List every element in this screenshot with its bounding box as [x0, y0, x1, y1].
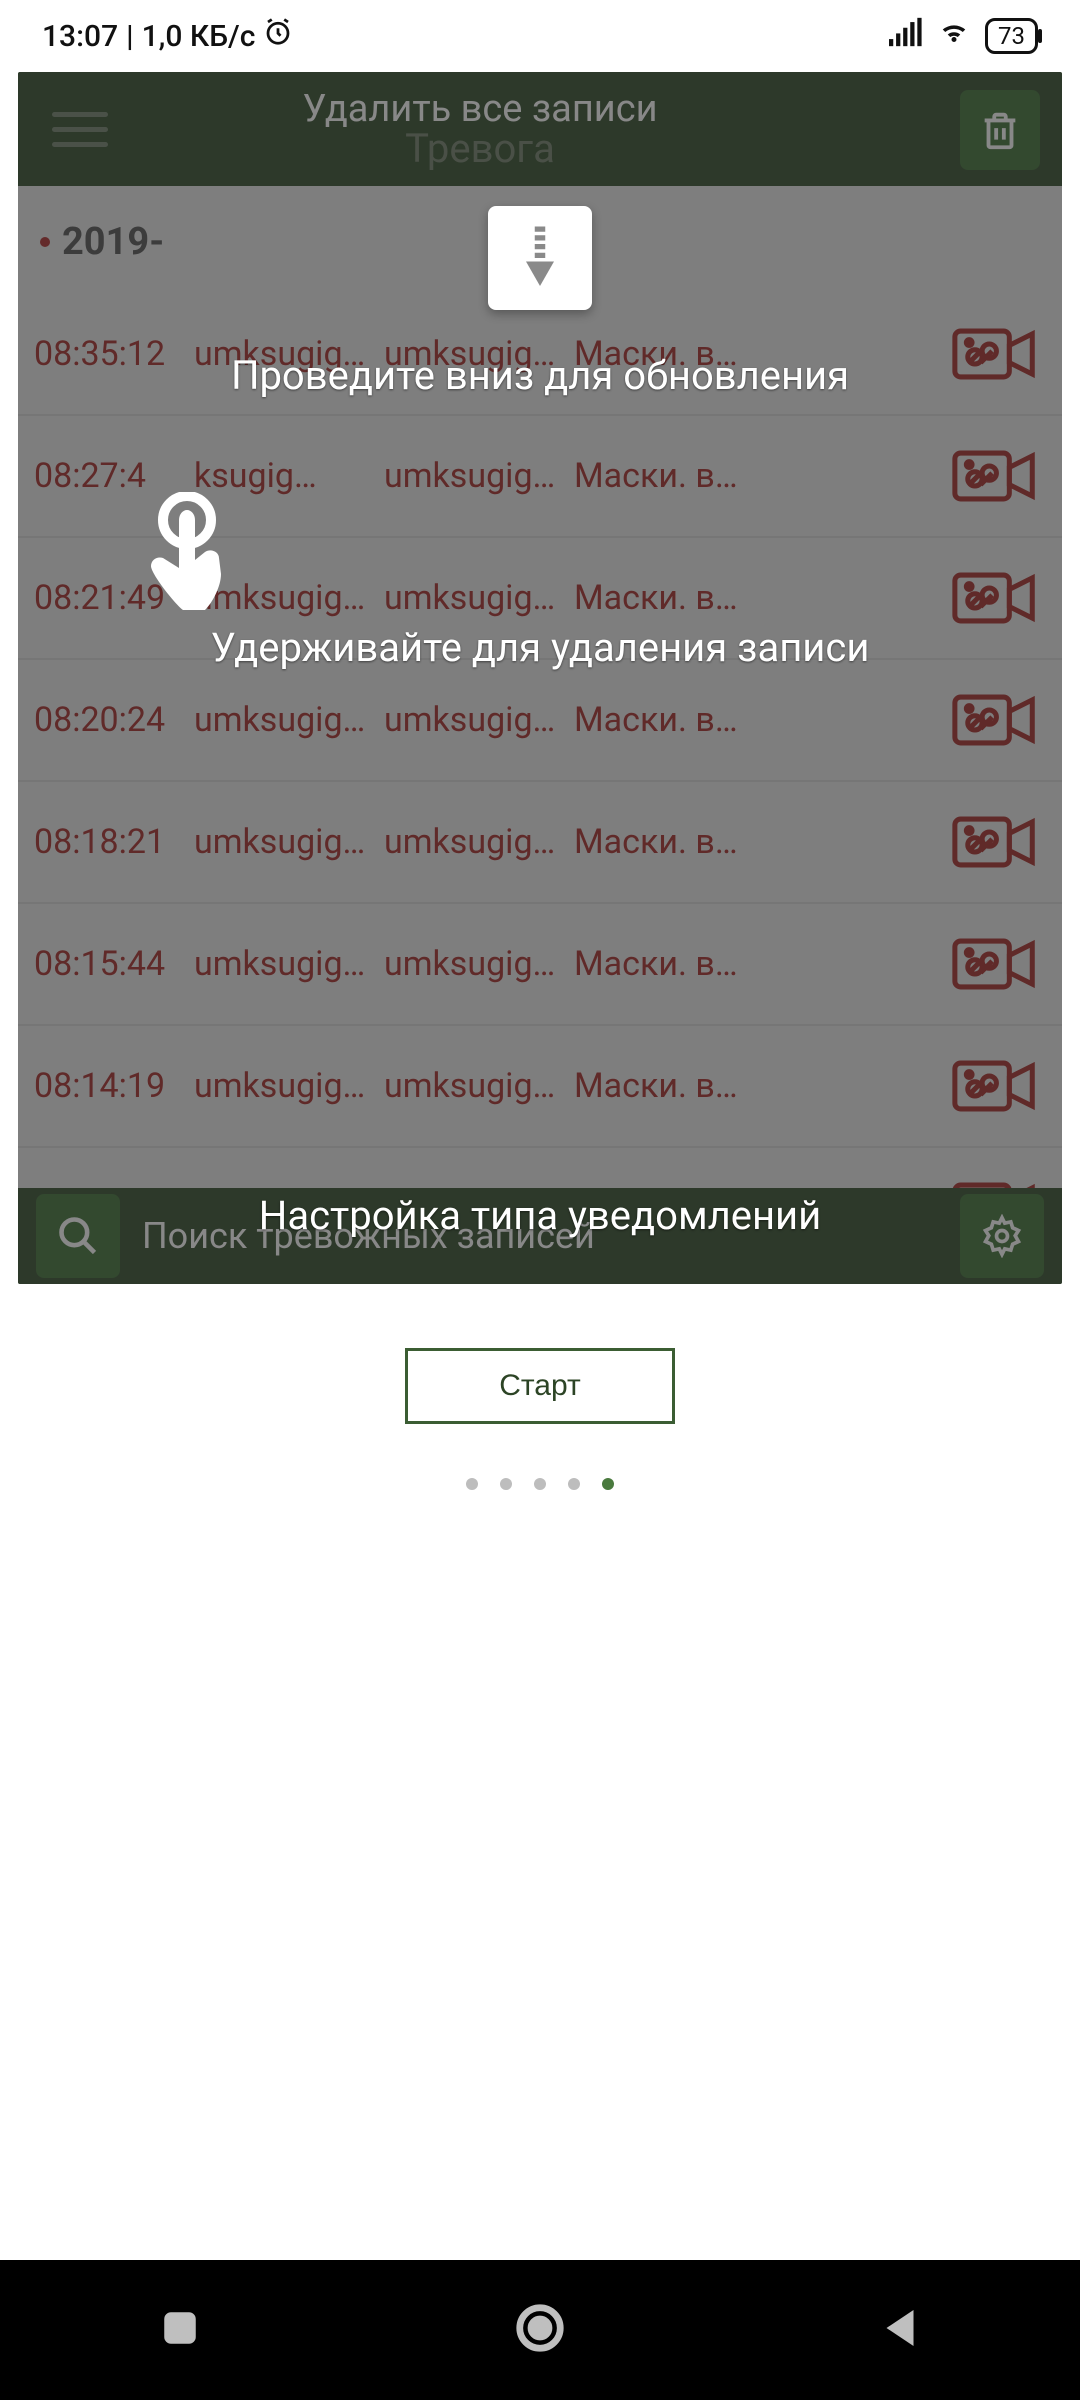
- row-device: umksugig…: [194, 822, 384, 862]
- row-channel: umksugig…: [384, 456, 574, 496]
- pager-dot[interactable]: [534, 1478, 546, 1490]
- status-time: 13:07: [42, 19, 118, 54]
- delete-all-label: Удалить все записи: [302, 87, 657, 131]
- pager-dot[interactable]: [500, 1478, 512, 1490]
- alarm-row[interactable]: 08:20:24umksugig…umksugig…Маски. в…: [18, 660, 1062, 782]
- alarm-row[interactable]: 08:15:44umksugig…umksugig…Маски. в…: [18, 904, 1062, 1026]
- pull-down-icon: [488, 206, 592, 310]
- camera-link-icon[interactable]: [940, 690, 1050, 750]
- menu-button[interactable]: [38, 87, 122, 171]
- camera-link-icon[interactable]: [940, 934, 1050, 994]
- camera-link-icon[interactable]: [940, 446, 1050, 506]
- row-time: 08:15:44: [34, 944, 194, 984]
- row-time: 08:27:4: [34, 456, 194, 496]
- row-type: Маски. в…: [574, 944, 940, 984]
- row-channel: umksugig…: [384, 1066, 574, 1106]
- row-channel: umksugig…: [384, 944, 574, 984]
- system-nav-bar: [0, 2260, 1080, 2400]
- pager-dots: [0, 1478, 1080, 1490]
- alarm-icon: [263, 17, 293, 55]
- hold-hint-text: Удерживайте для удаления записи: [18, 624, 1062, 671]
- camera-link-icon[interactable]: [940, 568, 1050, 628]
- pull-hint-text: Проведите вниз для обновления: [18, 352, 1062, 399]
- row-channel: umksugig…: [384, 578, 574, 618]
- signal-icon: [889, 17, 923, 55]
- row-device: umksugig…: [194, 700, 384, 740]
- row-type: Маски. в…: [574, 822, 940, 862]
- camera-link-icon[interactable]: [940, 812, 1050, 872]
- status-speed: 1,0 КБ/с: [142, 19, 256, 54]
- row-device: umksugig…: [194, 1066, 384, 1106]
- row-time: 08:18:21: [34, 822, 194, 862]
- row-type: Маски. в…: [574, 700, 940, 740]
- start-button[interactable]: Старт: [405, 1348, 675, 1424]
- alarm-row[interactable]: 08:14:19umksugig…umksugig…Маски. в…: [18, 1026, 1062, 1148]
- row-device: umksugig…: [194, 944, 384, 984]
- row-channel: umksugig…: [384, 700, 574, 740]
- page-title: Тревога: [405, 125, 555, 172]
- delete-all-button[interactable]: [960, 90, 1040, 170]
- status-bar: 13:07 | 1,0 КБ/с 73: [0, 0, 1080, 72]
- camera-link-icon[interactable]: [940, 1056, 1050, 1116]
- alarm-list[interactable]: 2019- 08:35:12umksugig…umksugig…Маски. в…: [18, 186, 1062, 1188]
- battery-indicator: 73: [985, 18, 1038, 54]
- wifi-icon: [937, 17, 971, 55]
- app-header: Удалить все записи Тревога: [18, 72, 1062, 186]
- row-channel: umksugig…: [384, 822, 574, 862]
- back-button[interactable]: [873, 2301, 927, 2359]
- pager-dot[interactable]: [466, 1478, 478, 1490]
- row-device: ksugig…: [194, 456, 384, 496]
- row-type: Маски. в…: [574, 1066, 940, 1106]
- row-time: 08:14:19: [34, 1066, 194, 1106]
- home-button[interactable]: [513, 2301, 567, 2359]
- row-type: Маски. в…: [574, 456, 940, 496]
- recent-apps-button[interactable]: [153, 2301, 207, 2359]
- row-time: 08:20:24: [34, 700, 194, 740]
- alarm-row[interactable]: 08:18:21umksugig…umksugig…Маски. в…: [18, 782, 1062, 904]
- row-type: Маски. в…: [574, 578, 940, 618]
- pager-dot[interactable]: [568, 1478, 580, 1490]
- pager-dot[interactable]: [602, 1478, 614, 1490]
- settings-hint-text: Настройка типа уведомлений: [18, 1192, 1062, 1239]
